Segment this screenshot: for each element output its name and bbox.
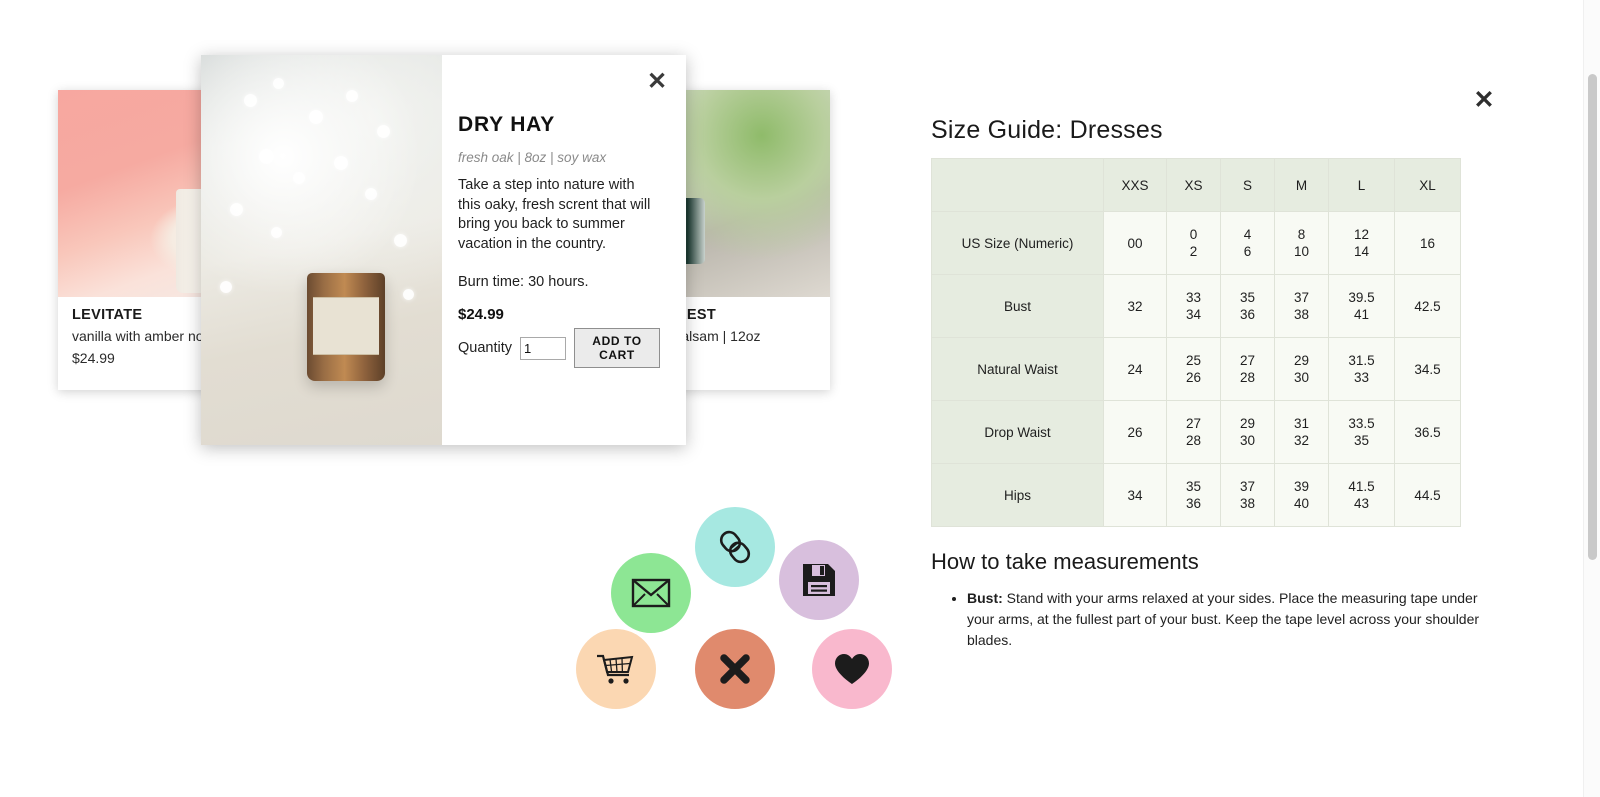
table-cell: 34.5 [1394,337,1461,401]
candle-jar [307,273,386,382]
row-label: Bust [931,274,1104,338]
column-header: XL [1394,158,1461,212]
product-price: $24.99 [458,306,504,323]
save-icon[interactable] [779,540,859,620]
table-cell: 29 30 [1274,337,1329,401]
product-burn-time: Burn time: 30 hours. [458,274,589,290]
candle-label [313,297,379,356]
list-item: Bust: Stand with your arms relaxed at yo… [967,588,1487,651]
quantity-input[interactable] [520,336,566,360]
product-subtitle: fresh oak | 8oz | soy wax [458,150,607,165]
column-header: XS [1166,158,1221,212]
quick-view-details: ✕ DRY HAY fresh oak | 8oz | soy wax Take… [442,55,686,445]
table-cell: 8 10 [1274,211,1329,275]
column-header: XXS [1103,158,1167,212]
measurements-heading: How to take measurements [931,549,1199,574]
page-scrollbar-thumb[interactable] [1588,74,1597,560]
table-cell: 0 2 [1166,211,1221,275]
table-row: Hips 34 35 36 37 38 39 40 41.5 43 44.5 [931,463,1461,527]
product-title: DRY HAY [458,113,556,136]
column-header: S [1220,158,1275,212]
page-scrollbar[interactable] [1583,0,1600,797]
table-cell: 33.5 35 [1328,400,1395,464]
product-description: Take a step into nature with this oaky, … [458,177,651,252]
table-cell: 16 [1394,211,1461,275]
quantity-label: Quantity [458,340,512,356]
row-label: Drop Waist [931,400,1104,464]
email-icon[interactable] [611,553,691,633]
table-cell: 44.5 [1394,463,1461,527]
quick-view-modal: ✕ DRY HAY fresh oak | 8oz | soy wax Take… [201,55,686,445]
table-cell: 39.5 41 [1328,274,1395,338]
row-label: Natural Waist [931,337,1104,401]
table-cell: 32 [1103,274,1167,338]
table-cell: 37 38 [1220,463,1275,527]
table-cell: 31.5 33 [1328,337,1395,401]
table-cell: 12 14 [1328,211,1395,275]
quick-view-product-photo [201,55,442,445]
table-cell: 31 32 [1274,400,1329,464]
close-icon[interactable]: ✕ [642,67,672,97]
table-cell: 39 40 [1274,463,1329,527]
measurements-list: Bust: Stand with your arms relaxed at yo… [949,588,1487,651]
row-label: US Size (Numeric) [931,211,1104,275]
size-guide-panel: ✕ Size Guide: Dresses XXS XS S M L XL US… [905,0,1600,797]
table-cell: 27 28 [1220,337,1275,401]
table-cell: 29 30 [1220,400,1275,464]
favorite-icon[interactable] [812,629,892,709]
column-header [931,158,1104,212]
table-row: Drop Waist 26 27 28 29 30 31 32 33.5 35 … [931,400,1461,464]
measurement-term: Bust: [967,590,1003,606]
measurement-text: Stand with your arms relaxed at your sid… [967,590,1480,648]
table-cell: 24 [1103,337,1167,401]
table-row: Bust 32 33 34 35 36 37 38 39.5 41 42.5 [931,274,1461,338]
table-cell: 37 38 [1274,274,1329,338]
table-cell: 35 36 [1166,463,1221,527]
page-title: Size Guide: Dresses [931,116,1163,144]
table-cell: 25 26 [1166,337,1221,401]
table-cell: 36.5 [1394,400,1461,464]
table-cell: 34 [1103,463,1167,527]
close-icon[interactable]: ✕ [1468,84,1500,116]
table-cell: 35 36 [1220,274,1275,338]
icon-cluster [573,507,903,717]
table-cell: 41.5 43 [1328,463,1395,527]
table-cell: 27 28 [1166,400,1221,464]
purchase-row: Quantity ADD TO CART [458,328,660,368]
table-row: US Size (Numeric) 00 0 2 4 6 8 10 12 14 … [931,211,1461,275]
add-to-cart-button[interactable]: ADD TO CART [574,328,660,368]
table-row: Natural Waist 24 25 26 27 28 29 30 31.5 … [931,337,1461,401]
column-header: M [1274,158,1329,212]
table-header-row: XXS XS S M L XL [931,158,1461,212]
link-icon[interactable] [695,507,775,587]
table-cell: 4 6 [1220,211,1275,275]
table-cell: 26 [1103,400,1167,464]
table-cell: 33 34 [1166,274,1221,338]
table-cell: 00 [1103,211,1167,275]
row-label: Hips [931,463,1104,527]
table-cell: 42.5 [1394,274,1461,338]
column-header: L [1328,158,1395,212]
cart-icon[interactable] [576,629,656,709]
close-icon[interactable] [695,629,775,709]
size-chart-table: XXS XS S M L XL US Size (Numeric) 00 0 2… [931,158,1461,527]
